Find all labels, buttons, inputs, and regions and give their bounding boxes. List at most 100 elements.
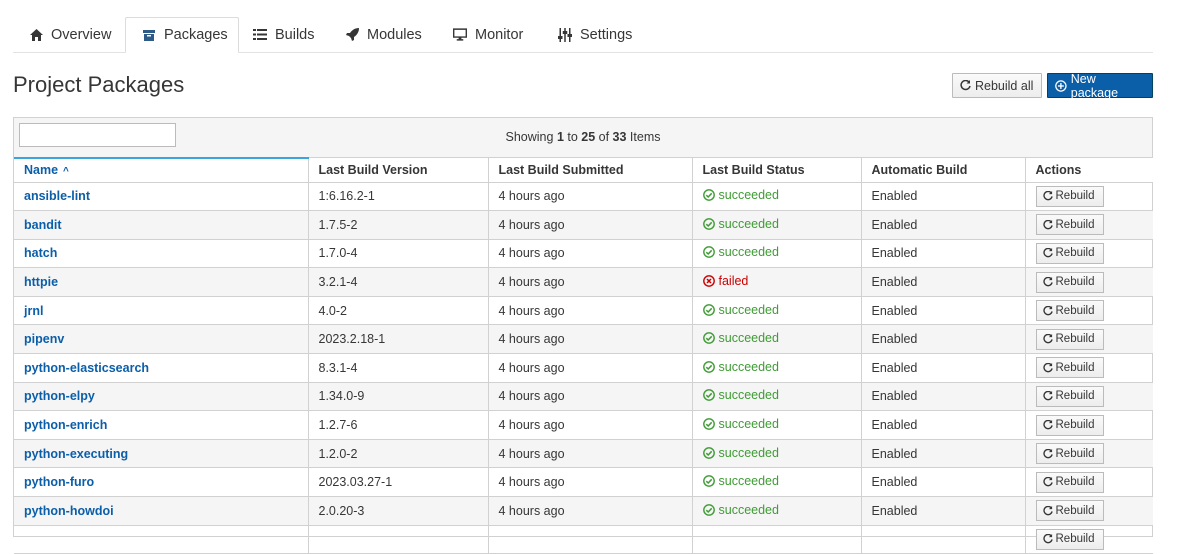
rebuild-button[interactable]: Rebuild <box>1035 300 1104 322</box>
rebuild-button[interactable]: Rebuild <box>1035 500 1104 522</box>
table-row: python-furo 2023.03.27-1 4 hours ago succee… <box>14 467 1153 498</box>
refresh-icon <box>1042 420 1053 430</box>
tab-monitor[interactable]: Monitor <box>437 17 542 52</box>
rebuild-button[interactable]: Rebuild <box>1035 271 1104 293</box>
package-link[interactable]: python-elpy <box>24 389 95 403</box>
status-text: succeeded <box>718 388 779 403</box>
cell-submitted: 4 hours ago <box>488 267 693 297</box>
cell-submitted: 4 hours ago <box>488 496 693 526</box>
table-row: httpie 3.2.1-4 4 hours ago failed Enabled Reb… <box>14 267 1153 297</box>
package-link[interactable]: python-howdoi <box>24 504 114 518</box>
rebuild-all-button[interactable]: Rebuild all <box>952 73 1042 98</box>
showing-prefix: Showing <box>505 130 557 144</box>
rebuild-label: Rebuild <box>1055 304 1095 317</box>
status-indicator: succeeded <box>702 388 779 403</box>
cell-name: bandit <box>14 210 309 240</box>
cell-actions: Rebuild <box>1025 410 1153 440</box>
cell-name: python-howdoi <box>14 496 309 526</box>
rebuild-button[interactable]: Rebuild <box>1035 242 1104 264</box>
rebuild-button[interactable]: Rebuild <box>1035 414 1104 436</box>
cell-status: succeeded <box>692 467 862 498</box>
package-link[interactable]: python-furo <box>24 475 94 489</box>
cell-submitted: 4 hours ago <box>488 296 693 326</box>
total-count: 33 <box>612 130 627 144</box>
cell-automatic-build: Enabled <box>861 324 1026 355</box>
column-label: Last Build Version <box>318 162 428 177</box>
cell-status: succeeded <box>692 496 862 526</box>
column-header-submitted[interactable]: Last Build Submitted <box>488 158 693 183</box>
status-indicator: succeeded <box>702 446 779 460</box>
package-link[interactable]: bandit <box>24 218 62 232</box>
check-circle-icon <box>702 189 715 202</box>
rebuild-button[interactable]: Rebuild <box>1035 185 1104 207</box>
cell-name: jrnl <box>14 296 309 326</box>
status-indicator: succeeded <box>702 188 779 202</box>
rebuild-button[interactable]: Rebuild <box>1035 385 1104 407</box>
status-text: succeeded <box>718 417 779 432</box>
column-header-automatic-build[interactable]: Automatic Build <box>861 158 1026 183</box>
rebuild-button[interactable]: Rebuild <box>1035 357 1104 379</box>
column-header-version[interactable]: Last Build Version <box>308 158 489 183</box>
tab-label: Builds <box>275 26 315 43</box>
cell-name: python-elasticsearch <box>14 353 309 383</box>
package-link[interactable]: python-enrich <box>24 418 107 432</box>
tab-settings[interactable]: Settings <box>542 17 642 52</box>
refresh-icon <box>1042 505 1053 516</box>
cell-actions: Rebuild <box>1025 382 1153 412</box>
check-circle-icon <box>702 246 715 259</box>
rebuild-button[interactable]: Rebuild <box>1035 443 1104 465</box>
rebuild-button[interactable]: Rebuild <box>1035 328 1104 350</box>
rebuild-label: Rebuild <box>1055 533 1095 546</box>
status-indicator: succeeded <box>702 217 779 231</box>
package-link[interactable]: jrnl <box>24 304 43 318</box>
table-row: python-enrich 1.2.7-6 4 hours ago succeeded… <box>14 410 1153 440</box>
status-indicator: succeeded <box>702 245 779 260</box>
status-text: failed <box>718 274 749 289</box>
check-circle-icon <box>702 389 715 402</box>
rebuild-button[interactable]: Rebuild <box>1035 528 1104 550</box>
table-row: hatch 1.7.0-4 4 hours ago succeeded Enabled R… <box>14 239 1153 269</box>
cell-actions: Rebuild <box>1025 439 1153 469</box>
package-link[interactable]: httpie <box>24 275 58 289</box>
package-link[interactable]: pipenv <box>24 332 64 346</box>
cell-actions: Rebuild <box>1025 353 1153 383</box>
status-text: succeeded <box>718 302 779 317</box>
tab-overview[interactable]: Overview <box>13 17 125 52</box>
cell-status: succeeded <box>692 182 862 212</box>
packages-panel: Showing 1 to 25 of 33 Items Name ^ Last B… <box>13 117 1153 554</box>
refresh-icon <box>1042 448 1053 458</box>
cell-automatic-build: Enabled <box>861 467 1026 498</box>
home-icon <box>29 28 43 42</box>
column-header-name[interactable]: Name ^ <box>14 157 309 183</box>
column-header-status[interactable]: Last Build Status <box>692 158 862 183</box>
tab-builds[interactable]: Builds <box>239 17 331 52</box>
rebuild-label: Rebuild <box>1055 276 1095 289</box>
package-link[interactable]: hatch <box>24 246 57 260</box>
tab-modules[interactable]: Modules <box>331 17 437 52</box>
range-end: 25 <box>581 130 596 144</box>
cell-actions: Rebuild <box>1025 239 1153 269</box>
status-text: succeeded <box>718 245 779 260</box>
status-text: succeeded <box>718 474 779 489</box>
package-link[interactable]: python-executing <box>24 447 128 461</box>
error-circle-icon <box>702 275 715 287</box>
cell-status: succeeded <box>692 239 862 269</box>
refresh-icon <box>1042 219 1053 230</box>
rebuild-button[interactable]: Rebuild <box>1035 214 1104 236</box>
status-text: succeeded <box>718 502 779 517</box>
package-link[interactable]: ansible-lint <box>24 189 90 203</box>
cell-status <box>692 525 862 554</box>
cell-actions: Rebuild <box>1025 296 1153 326</box>
status-indicator: succeeded <box>702 360 779 374</box>
new-package-button[interactable]: New package <box>1047 72 1153 100</box>
table-row: python-howdoi 2.0.20-3 4 hours ago succeede… <box>14 496 1153 526</box>
cell-version: 1.34.0-9 <box>308 382 489 412</box>
check-circle-icon <box>702 418 715 430</box>
cell-version: 8.3.1-4 <box>308 353 489 383</box>
cell-name: httpie <box>14 267 309 297</box>
tab-packages[interactable]: Packages <box>125 17 239 53</box>
rebuild-button[interactable]: Rebuild <box>1035 471 1104 493</box>
rebuild-label: Rebuild <box>1055 218 1095 231</box>
package-link[interactable]: python-elasticsearch <box>24 361 149 375</box>
cell-automatic-build: Enabled <box>861 267 1026 297</box>
